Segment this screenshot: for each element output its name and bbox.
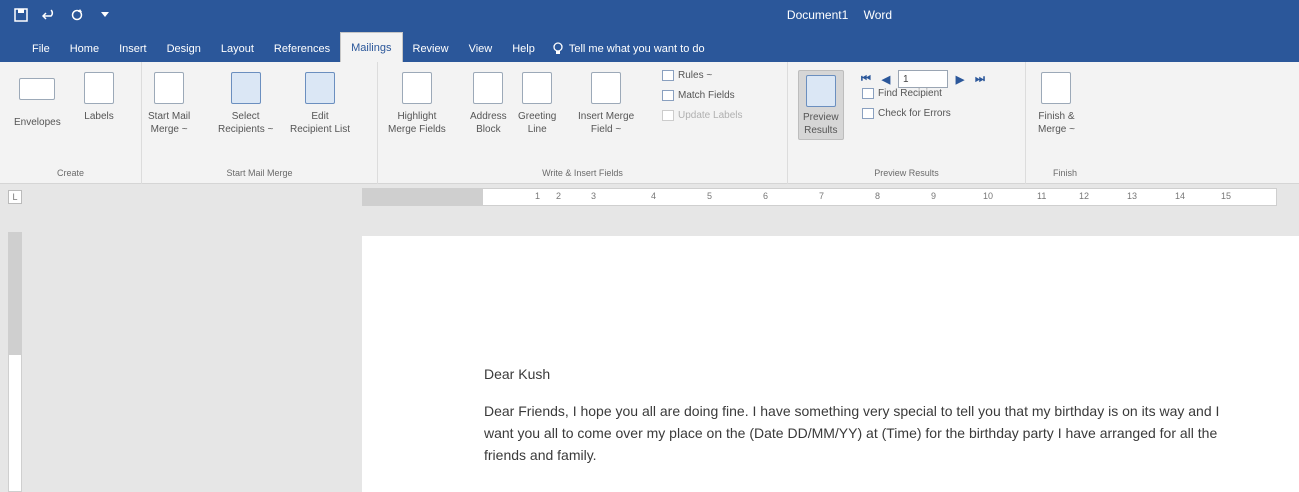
ruler-tick: 6 [763,191,769,201]
tab-insert[interactable]: Insert [109,36,157,62]
horizontal-ruler[interactable]: 1 2 3 4 5 6 7 8 9 10 11 12 13 14 15 [362,188,1277,206]
ruler-tick: 8 [875,191,881,201]
ruler-tick: 10 [983,191,994,201]
group-finish-label: Finish [1052,168,1077,178]
group-start-mail-merge: Start Mail Merge ~ Select Recipients ~ E… [142,62,378,184]
ruler-tick: 5 [707,191,713,201]
match-fields-button[interactable]: Match Fields [662,90,735,101]
rules-button[interactable]: Rules ~ [662,70,712,81]
check-errors-icon [862,108,874,119]
ruler-tick: 3 [591,191,597,201]
envelope-icon [19,78,56,100]
tab-mailings[interactable]: Mailings [340,32,403,62]
word-window: Document1 Word File Home Insert Design L… [0,0,1299,492]
tell-me-text: Tell me what you want to do [568,43,705,55]
tab-help[interactable]: Help [502,36,545,62]
ruler-tick: 15 [1221,191,1232,201]
address-block-icon [473,72,504,104]
match-fields-icon [662,90,674,101]
highlight-icon [401,72,432,104]
ruler-tick: 4 [651,191,657,201]
document-icon [154,72,185,104]
find-recipient-button[interactable]: Find Recipient [862,88,942,99]
ruler-tick: 13 [1127,191,1138,201]
ruler-tick: 1 [535,191,541,201]
record-number-input[interactable] [898,70,948,88]
envelopes-button[interactable]: Envelopes [14,72,61,129]
ruler-tick: 11 [1037,191,1047,201]
edit-list-icon [305,72,336,104]
group-create: Envelopes Labels Create [0,62,142,184]
ruler-tick: 9 [931,191,937,201]
update-labels-icon [662,110,674,121]
edit-recipient-list-button[interactable]: Edit Recipient List [290,72,350,136]
ruler-tick: 14 [1175,191,1186,201]
document-name: Document1 [786,8,849,22]
ribbon-mailings: Envelopes Labels Create Start Mail Merge… [0,62,1299,184]
tab-view[interactable]: View [459,36,503,62]
find-icon [862,88,874,99]
start-mail-merge-button[interactable]: Start Mail Merge ~ [148,72,190,136]
labels-button[interactable]: Labels [84,72,114,123]
tab-layout[interactable]: Layout [211,36,264,62]
magnifier-icon [805,75,836,107]
vertical-ruler[interactable] [8,232,22,492]
tab-home[interactable]: Home [60,36,109,62]
greeting-line[interactable]: Dear Kush [484,366,550,382]
group-preview-label: Preview Results [874,168,939,178]
group-create-label: Create [56,168,84,178]
recipients-icon [230,72,261,104]
tab-review[interactable]: Review [403,36,459,62]
group-write-insert-fields: Highlight Merge Fields Address Block Gre… [378,62,788,184]
ruler-tick: 12 [1079,191,1090,201]
select-recipients-button[interactable]: Select Recipients ~ [218,72,273,136]
merge-field-icon [591,72,622,104]
update-labels-button[interactable]: Update Labels [662,110,743,121]
previous-record-icon[interactable]: ◀ [878,71,894,87]
group-write-insert-label: Write & Insert Fields [542,168,623,178]
window-title: Document1 Word [0,8,1299,22]
group-start-mail-merge-label: Start Mail Merge [226,168,293,178]
last-record-icon[interactable]: ⏭ [972,71,988,87]
ruler-tick: 7 [819,191,825,201]
left-margin-area [363,189,483,205]
group-finish: Finish & Merge ~ Finish [1026,62,1104,184]
tab-file[interactable]: File [22,36,60,62]
tab-selector-icon[interactable]: L [8,190,22,204]
insert-merge-field-button[interactable]: Insert Merge Field ~ [578,72,634,136]
ribbon-tab-bar: File Home Insert Design Layout Reference… [0,32,1299,62]
rules-icon [662,70,674,81]
title-bar: Document1 Word [0,0,1299,32]
address-block-button[interactable]: Address Block [470,72,507,136]
first-record-icon[interactable]: ⏮ [858,71,874,87]
finish-merge-button[interactable]: Finish & Merge ~ [1038,72,1075,136]
tab-references[interactable]: References [264,36,340,62]
greeting-line-button[interactable]: Greeting Line [518,72,556,136]
ruler-tick: 2 [556,191,562,201]
highlight-merge-fields-button[interactable]: Highlight Merge Fields [388,72,446,136]
record-navigation: ⏮ ◀ ▶ ⏭ [858,70,988,88]
app-name: Word [863,8,893,22]
body-paragraph[interactable]: Dear Friends, I hope you all are doing f… [484,400,1244,466]
greeting-line-icon [522,72,553,104]
preview-results-button[interactable]: Preview Results [798,70,844,140]
tell-me-box[interactable]: Tell me what you want to do [545,36,713,62]
next-record-icon[interactable]: ▶ [952,71,968,87]
check-for-errors-button[interactable]: Check for Errors [862,108,951,119]
top-margin-area [9,233,21,355]
finish-merge-icon [1041,72,1072,104]
lightbulb-icon [553,42,563,54]
document-page[interactable]: Dear Kush Dear Friends, I hope you all a… [362,236,1299,492]
horizontal-ruler-row: L 1 2 3 4 5 6 7 8 9 10 11 12 13 14 15 [0,184,1299,210]
tab-design[interactable]: Design [157,36,211,62]
labels-icon [84,72,114,104]
